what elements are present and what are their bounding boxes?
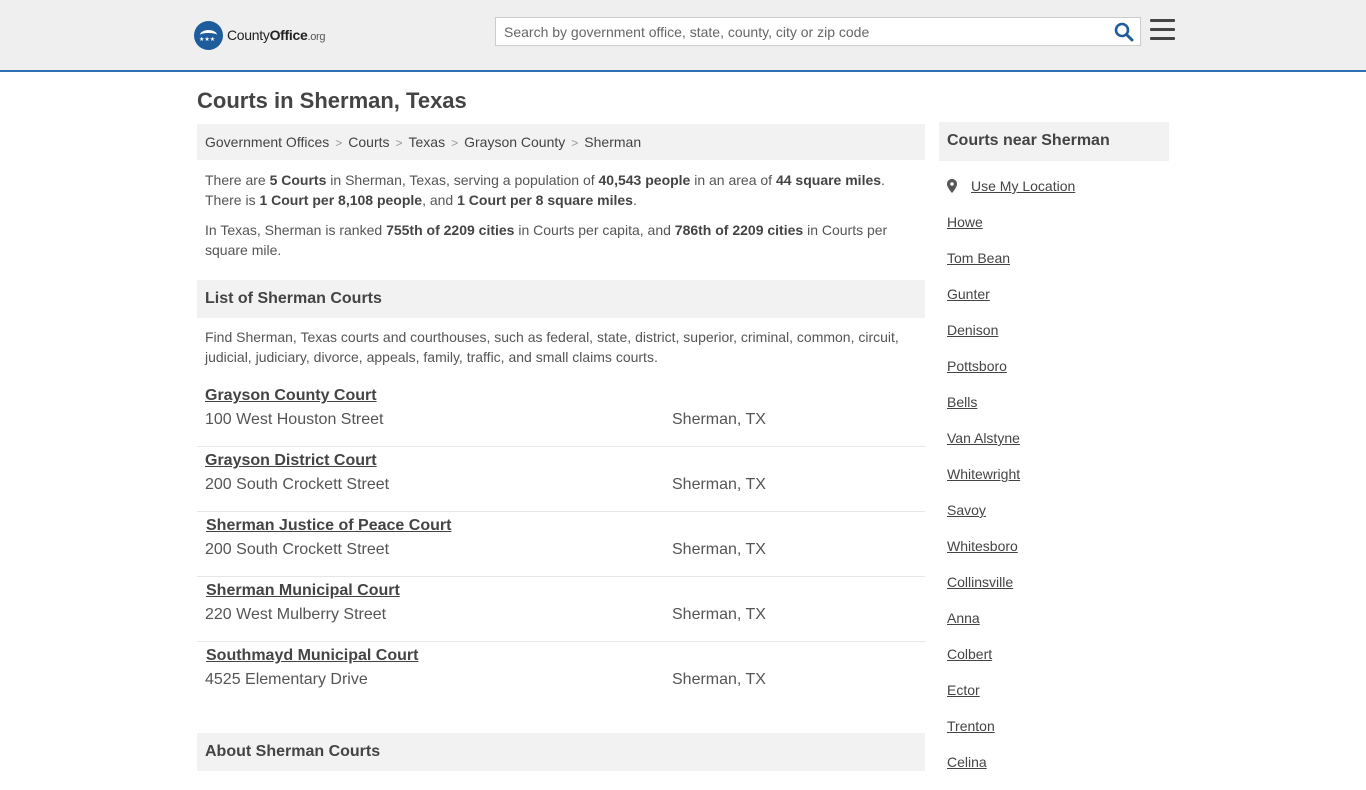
- court-city: Sherman, TX: [672, 541, 766, 558]
- list-item: Trenton: [947, 718, 1020, 754]
- nearby-city-link[interactable]: Anna: [947, 610, 980, 626]
- use-my-location: Use My Location: [947, 178, 1075, 194]
- court-row: Grayson District Court 200 South Crocket…: [197, 447, 925, 512]
- nearby-city-link[interactable]: Whitesboro: [947, 538, 1018, 554]
- list-item: Tom Bean: [947, 250, 1020, 286]
- court-address: 220 West Mulberry Street: [205, 606, 387, 623]
- breadcrumb-government-offices[interactable]: Government Offices: [205, 134, 329, 150]
- logo-emblem-icon: [194, 20, 223, 50]
- nearby-city-link[interactable]: Howe: [947, 214, 983, 230]
- nearby-city-link[interactable]: Colbert: [947, 646, 992, 662]
- list-item: Whitesboro: [947, 538, 1020, 574]
- list-item: Bells: [947, 394, 1020, 430]
- nearby-city-link[interactable]: Ector: [947, 682, 980, 698]
- logo-text: CountyOffice.org: [227, 27, 326, 43]
- court-city: Sherman, TX: [672, 411, 766, 428]
- nearby-city-link[interactable]: Denison: [947, 322, 998, 338]
- site-header: CountyOffice.org: [0, 0, 1366, 72]
- list-item: Whitewright: [947, 466, 1020, 502]
- nearby-city-link[interactable]: Van Alstyne: [947, 430, 1020, 446]
- breadcrumb-current: Sherman: [584, 134, 642, 150]
- court-address: 4525 Elementary Drive: [205, 671, 368, 688]
- search-icon[interactable]: [1114, 22, 1134, 42]
- about-heading: About Sherman Courts: [197, 733, 925, 771]
- court-name-link[interactable]: Grayson County Court: [205, 387, 377, 405]
- nearby-city-link[interactable]: Trenton: [947, 718, 995, 734]
- court-city: Sherman, TX: [672, 476, 766, 493]
- nearby-city-link[interactable]: Tom Bean: [947, 250, 1010, 266]
- nearby-city-link[interactable]: Whitewright: [947, 466, 1020, 482]
- search-input[interactable]: [496, 18, 1106, 45]
- court-name-link[interactable]: Grayson District Court: [205, 452, 377, 470]
- list-item: Pottsboro: [947, 358, 1020, 394]
- list-item: Collinsville: [947, 574, 1020, 610]
- list-intro: Find Sherman, Texas courts and courthous…: [205, 329, 899, 365]
- breadcrumb-grayson-county[interactable]: Grayson County: [464, 134, 565, 150]
- list-item: Gunter: [947, 286, 1020, 322]
- list-item: Celina: [947, 754, 1020, 790]
- breadcrumb-separator-icon: >: [335, 136, 343, 150]
- breadcrumb-separator-icon: >: [571, 136, 579, 150]
- map-pin-icon: [947, 179, 957, 193]
- page-title: Courts in Sherman, Texas: [197, 88, 467, 113]
- list-item: Ector: [947, 682, 1020, 718]
- list-heading: List of Sherman Courts: [197, 280, 925, 318]
- court-address: 200 South Crockett Street: [205, 476, 390, 493]
- court-city: Sherman, TX: [672, 606, 766, 623]
- nearby-city-link[interactable]: Bells: [947, 394, 977, 410]
- sidebar-heading: Courts near Sherman: [939, 122, 1169, 161]
- list-item: Savoy: [947, 502, 1020, 538]
- court-address: 200 South Crockett Street: [205, 541, 390, 558]
- court-address: 100 West Houston Street: [205, 411, 384, 428]
- site-logo[interactable]: CountyOffice.org: [194, 20, 326, 50]
- court-name-link[interactable]: Southmayd Municipal Court: [206, 647, 418, 665]
- court-name-link[interactable]: Sherman Justice of Peace Court: [206, 517, 451, 535]
- list-item: Colbert: [947, 646, 1020, 682]
- breadcrumb-separator-icon: >: [451, 136, 459, 150]
- nearby-city-link[interactable]: Savoy: [947, 502, 986, 518]
- list-item: Denison: [947, 322, 1020, 358]
- court-row: Grayson County Court 100 West Houston St…: [197, 382, 925, 447]
- list-item: Van Alstyne: [947, 430, 1020, 466]
- court-city: Sherman, TX: [672, 671, 766, 688]
- stats-ranking: In Texas, Sherman is ranked 755th of 220…: [205, 222, 888, 258]
- use-my-location-link[interactable]: Use My Location: [971, 178, 1075, 194]
- nearby-city-link[interactable]: Pottsboro: [947, 358, 1007, 374]
- nearby-city-link[interactable]: Gunter: [947, 286, 990, 302]
- nearby-city-link[interactable]: Collinsville: [947, 574, 1013, 590]
- list-item: Howe: [947, 214, 1020, 250]
- nearby-cities-list: Howe Tom Bean Gunter Denison Pottsboro B…: [947, 214, 1020, 790]
- breadcrumb-courts[interactable]: Courts: [348, 134, 389, 150]
- breadcrumb-texas[interactable]: Texas: [409, 134, 446, 150]
- search-box: [495, 17, 1141, 46]
- hamburger-menu-icon[interactable]: [1150, 19, 1175, 41]
- court-row: Sherman Municipal Court 220 West Mulberr…: [197, 577, 925, 642]
- list-item: Anna: [947, 610, 1020, 646]
- stats-summary: There are 5 Courts in Sherman, Texas, se…: [205, 172, 885, 208]
- court-name-link[interactable]: Sherman Municipal Court: [206, 582, 400, 600]
- breadcrumb-separator-icon: >: [395, 136, 403, 150]
- court-row: Southmayd Municipal Court 4525 Elementar…: [197, 642, 925, 707]
- court-row: Sherman Justice of Peace Court 200 South…: [197, 512, 925, 577]
- breadcrumb: Government Offices > Courts > Texas > Grayson …: [197, 124, 925, 160]
